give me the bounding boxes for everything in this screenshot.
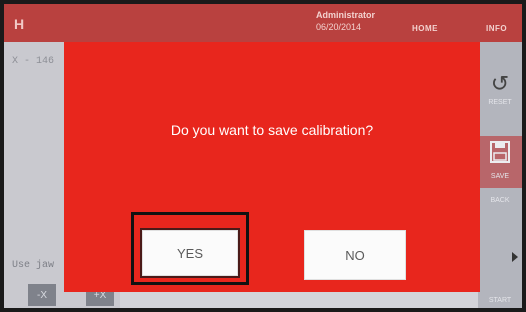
user-name: Administrator — [316, 10, 376, 20]
jog-minus-x-button[interactable]: -X — [28, 284, 56, 306]
brand-logo: H — [14, 16, 25, 32]
yes-button[interactable]: YES — [140, 228, 240, 278]
top-bar: H Administrator 06/20/2014 HOME INFO — [4, 4, 522, 42]
coordinate-readout: X - 146 — [12, 56, 55, 67]
save-button[interactable]: SAVE — [478, 136, 522, 188]
current-date: 06/20/2014 — [316, 22, 362, 32]
no-button[interactable]: NO — [304, 230, 406, 280]
reset-icon: ↺ — [490, 71, 510, 96]
home-button[interactable]: HOME — [412, 24, 438, 33]
start-label: START — [488, 297, 512, 304]
save-label: SAVE — [490, 173, 510, 180]
reset-label: RESET — [488, 99, 512, 106]
save-calibration-dialog: Do you want to save calibration? YES NO — [64, 42, 480, 292]
dialog-message: Do you want to save calibration? — [170, 122, 374, 138]
instruction-text: Use jaw — [12, 260, 55, 271]
reset-button[interactable]: ↺ RESET — [478, 70, 522, 122]
bottom-strip — [120, 292, 480, 308]
machine-screen: H Administrator 06/20/2014 HOME INFO X -… — [4, 4, 522, 308]
back-button[interactable]: BACK — [478, 196, 522, 216]
back-label: BACK — [490, 197, 510, 204]
floppy-disk-icon — [478, 136, 522, 172]
user-info: Administrator 06/20/2014 — [316, 9, 375, 33]
next-arrow-icon[interactable] — [512, 252, 518, 262]
info-button[interactable]: INFO — [486, 24, 507, 33]
start-button[interactable]: START — [478, 296, 522, 308]
